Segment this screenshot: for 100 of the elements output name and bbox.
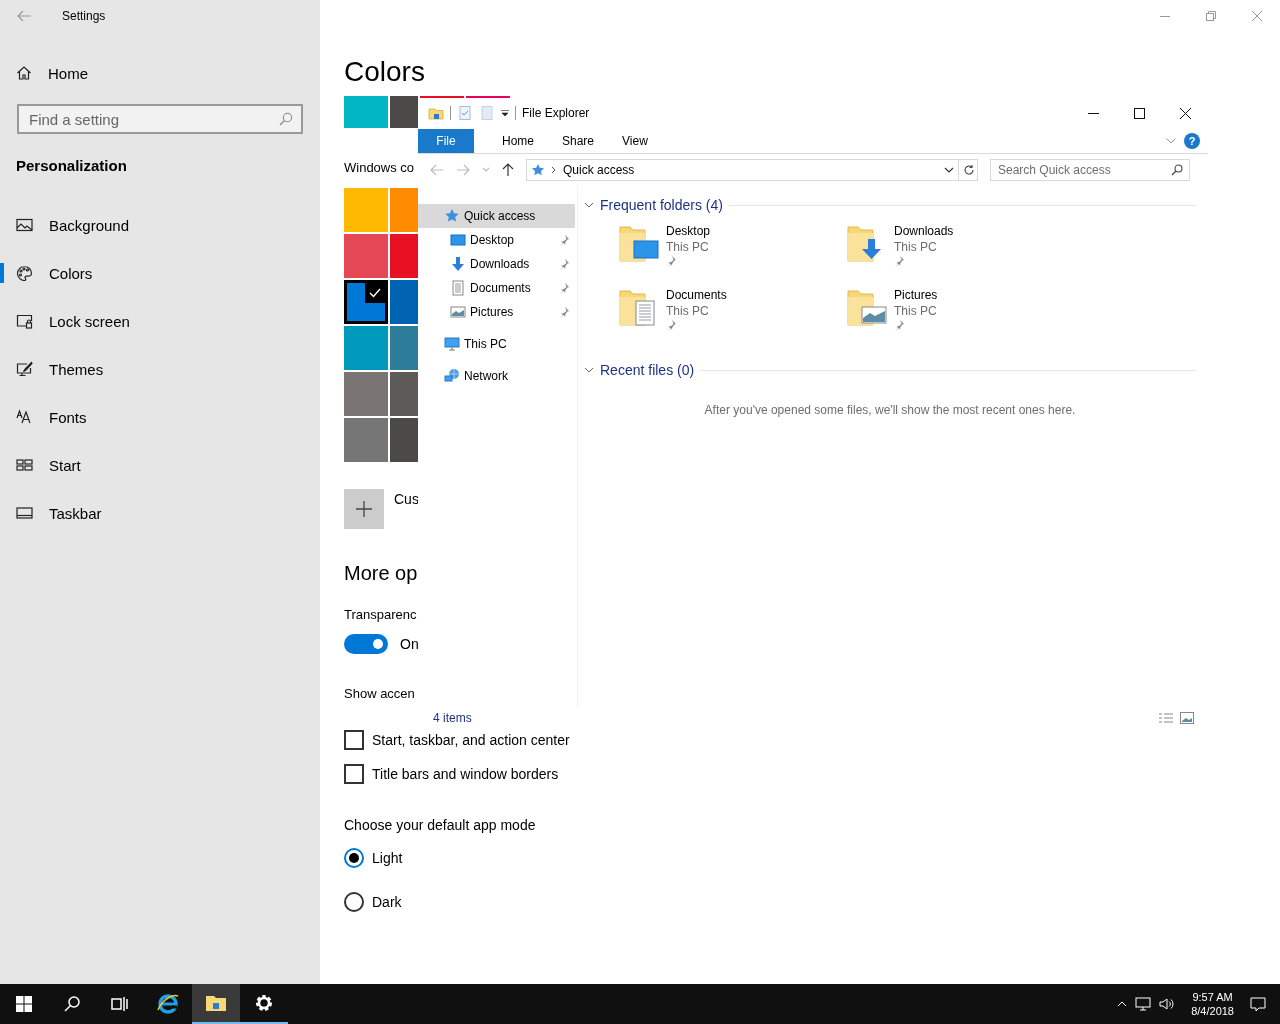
search-field[interactable]: Find a setting: [17, 104, 303, 134]
setting-label: Show accen: [344, 685, 415, 703]
radio-button[interactable]: [344, 892, 364, 912]
color-swatch[interactable]: [344, 372, 388, 416]
nav-item[interactable]: Network: [418, 364, 575, 388]
folder-desktop-icon[interactable]: [618, 223, 660, 265]
add-color-button[interactable]: [344, 489, 384, 529]
color-swatch[interactable]: [390, 188, 418, 232]
nav-item[interactable]: Background: [0, 201, 320, 249]
color-swatch[interactable]: [344, 96, 388, 128]
clock-time: 9:57 AM: [1192, 990, 1233, 1004]
app-title: Settings: [62, 9, 106, 23]
radio-label: Light: [372, 850, 403, 866]
nav-item[interactable]: Documents: [418, 276, 575, 300]
checklist-icon[interactable]: [457, 105, 473, 121]
color-swatch[interactable]: [344, 188, 388, 232]
folder-location: This PC: [894, 303, 938, 319]
taskbar-app[interactable]: [192, 984, 240, 1024]
nav-item[interactable]: Taskbar: [0, 489, 320, 537]
monitor-icon: [450, 232, 466, 248]
palette-icon: [16, 265, 33, 281]
back-arrow-icon[interactable]: [430, 164, 444, 176]
back-arrow-icon[interactable]: [16, 8, 32, 24]
browser-icon: [156, 992, 180, 1016]
picture-icon: [16, 217, 33, 233]
radio-button[interactable]: [344, 848, 364, 868]
section-heading[interactable]: Recent files (0): [600, 362, 695, 378]
folder-location: This PC: [666, 239, 710, 255]
page-title: Colors: [344, 55, 425, 89]
color-swatch[interactable]: [390, 280, 418, 324]
chevron-down-icon[interactable]: [584, 200, 594, 210]
large-icons-view-icon[interactable]: [1180, 712, 1194, 724]
home-item[interactable]: Home: [0, 49, 320, 97]
window-title: File Explorer: [522, 106, 590, 120]
clock[interactable]: 9:57 AM 8/4/2018: [1191, 990, 1234, 1018]
color-swatch[interactable]: [344, 418, 388, 462]
maximize-icon[interactable]: [1133, 107, 1145, 119]
nav-item[interactable]: Themes: [0, 345, 320, 393]
help-button[interactable]: ?: [1184, 133, 1200, 149]
file-menu-button[interactable]: File: [418, 129, 474, 153]
ribbon-tab[interactable]: Home: [488, 129, 548, 153]
radio-label: Dark: [372, 894, 402, 910]
up-arrow-icon[interactable]: [502, 163, 514, 177]
document-icon: [450, 280, 466, 296]
task-view-icon: [111, 996, 129, 1012]
down-arrow-icon: [450, 256, 466, 272]
themes-icon: [16, 361, 33, 377]
color-swatch[interactable]: [344, 280, 388, 324]
status-text: 4 items: [433, 711, 472, 725]
nav-item[interactable]: Quick access: [418, 204, 575, 228]
forward-arrow-icon[interactable]: [456, 164, 470, 176]
folder-icon[interactable]: [428, 105, 444, 121]
color-swatch[interactable]: [390, 96, 418, 128]
folder-picture-icon[interactable]: [846, 287, 888, 329]
nav-item[interactable]: This PC: [418, 332, 575, 356]
address-text: Quick access: [563, 163, 636, 177]
nav-item[interactable]: Lock screen: [0, 297, 320, 345]
nav-item[interactable]: Desktop: [418, 228, 575, 252]
folder-name[interactable]: Pictures: [894, 287, 938, 303]
star-icon: [531, 163, 545, 177]
address-bar[interactable]: Quick access: [526, 159, 978, 181]
custom-color-label: Cus: [394, 490, 419, 509]
picture-icon: [450, 304, 466, 320]
setting-label: Choose your default app mode: [344, 816, 536, 835]
folder-name[interactable]: Desktop: [666, 223, 711, 239]
setting-label: Transparenc: [344, 606, 417, 624]
nav-item[interactable]: Downloads: [418, 252, 575, 276]
color-swatch[interactable]: [344, 326, 388, 370]
chevron-down-icon[interactable]: [1166, 138, 1176, 144]
network-icon[interactable]: [1135, 997, 1152, 1011]
checkbox[interactable]: [344, 764, 364, 784]
color-swatch[interactable]: [390, 234, 418, 278]
lock-screen-icon: [16, 313, 33, 329]
color-swatch[interactable]: [390, 418, 418, 462]
chevron-down-icon[interactable]: [584, 365, 594, 375]
refresh-icon[interactable]: [963, 164, 975, 176]
toggle-state: On: [400, 636, 419, 652]
color-swatch[interactable]: [344, 234, 388, 278]
chevron-up-icon[interactable]: [1117, 1001, 1128, 1007]
folder-location: This PC: [894, 239, 938, 255]
color-swatch[interactable]: [390, 372, 418, 416]
restore-icon[interactable]: [1206, 11, 1216, 21]
volume-icon[interactable]: [1159, 997, 1176, 1011]
close-icon[interactable]: [1179, 107, 1191, 119]
checkbox[interactable]: [344, 730, 364, 750]
folder-name[interactable]: Documents: [666, 287, 727, 303]
ribbon-tab[interactable]: View: [608, 129, 662, 153]
folder-name[interactable]: Downloads: [894, 223, 954, 239]
color-swatch[interactable]: [390, 326, 418, 370]
toggle-switch[interactable]: [344, 634, 388, 654]
dropdown-icon[interactable]: [944, 167, 954, 173]
nav-item[interactable]: Fonts: [0, 393, 320, 441]
nav-item[interactable]: Pictures: [418, 300, 575, 324]
nav-item[interactable]: Colors: [0, 249, 320, 297]
nav-item[interactable]: Start: [0, 441, 320, 489]
notification-icon[interactable]: [1250, 996, 1266, 1012]
section-heading[interactable]: Frequent folders (4): [600, 197, 723, 213]
dropdown-icon[interactable]: [501, 109, 509, 117]
section-label: Windows co: [344, 159, 415, 177]
ribbon-tab[interactable]: Share: [548, 129, 609, 153]
